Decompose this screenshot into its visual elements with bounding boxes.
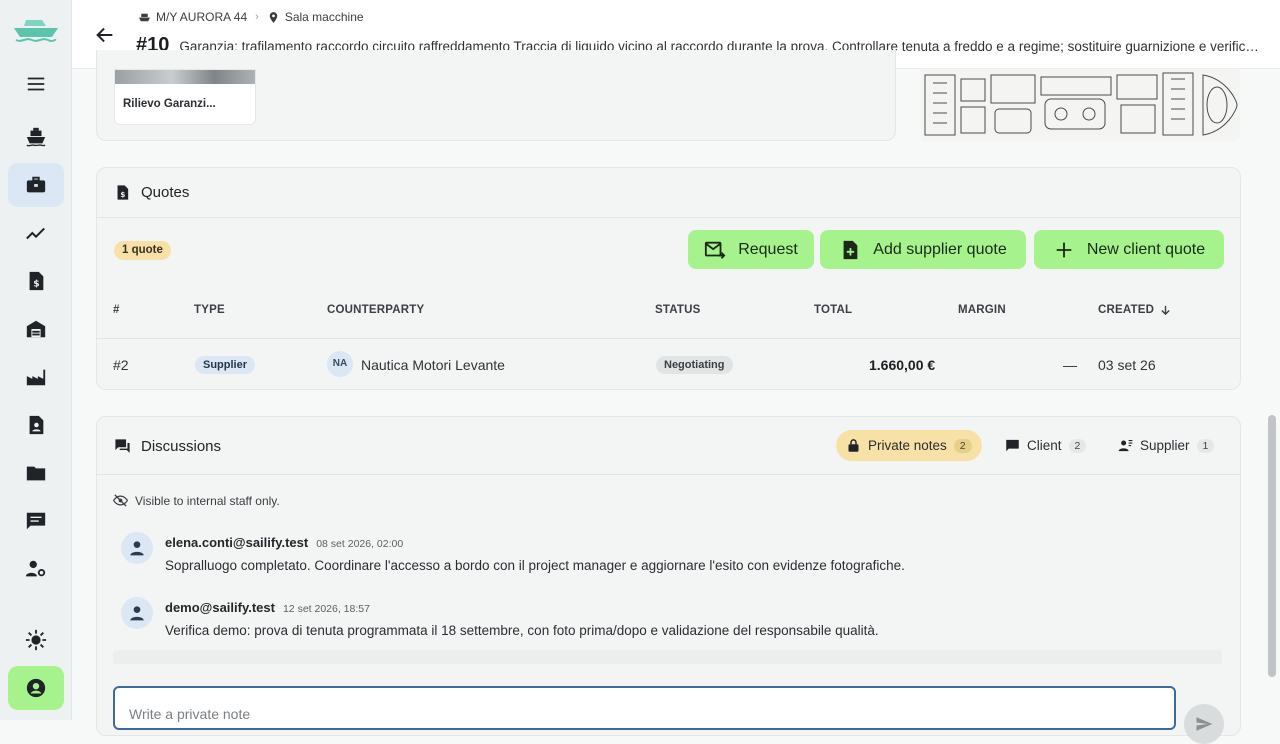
- person-icon: [129, 540, 145, 556]
- briefcase-icon[interactable]: [8, 163, 64, 207]
- deck-plan-image[interactable]: [921, 69, 1240, 141]
- add-supplier-quote-button[interactable]: Add supplier quote: [820, 230, 1026, 269]
- quotes-header: $ Quotes: [114, 184, 189, 201]
- add-document-icon: [839, 239, 873, 261]
- breadcrumb-location[interactable]: Sala macchine: [285, 10, 364, 24]
- divider: [97, 474, 1240, 475]
- attachment-thumbnail[interactable]: Rilievo Garanzi...: [114, 69, 256, 125]
- message-author-email: elena.conti@sailify.test: [165, 535, 309, 550]
- mail-send-icon: [704, 239, 738, 261]
- private-note-input[interactable]: Write a private note: [113, 686, 1176, 730]
- tab-client-label: Client: [1027, 438, 1062, 453]
- visibility-note: Visible to internal staff only.: [113, 493, 280, 508]
- tab-private-notes[interactable]: Private notes 2: [836, 430, 982, 461]
- lock-icon: [846, 438, 868, 453]
- tab-client-count: 2: [1068, 438, 1087, 453]
- visibility-off-icon: [113, 493, 135, 508]
- tab-client[interactable]: Client 2: [995, 430, 1096, 461]
- sun-icon[interactable]: [8, 618, 64, 662]
- tab-supplier[interactable]: Supplier 1: [1108, 430, 1224, 461]
- user-settings-icon[interactable]: [8, 547, 64, 591]
- quote-count-badge: 1 quote: [114, 241, 171, 260]
- message-author-email: demo@sailify.test: [165, 600, 275, 615]
- column-header-counterparty[interactable]: COUNTERPARTY: [327, 304, 424, 316]
- plus-icon: [1053, 239, 1087, 261]
- quotes-title: Quotes: [141, 184, 190, 201]
- person-icon: [129, 605, 145, 621]
- column-header-margin[interactable]: MARGIN: [958, 304, 1006, 316]
- discussions-header: Discussions: [114, 438, 221, 455]
- tab-supplier-label: Supplier: [1140, 438, 1190, 453]
- avatar: [121, 532, 153, 564]
- divider: [97, 217, 1240, 218]
- message-author: elena.conti@sailify.test 08 set 2026, 02:…: [165, 535, 403, 550]
- warehouse-icon[interactable]: [8, 307, 64, 351]
- quote-total: 1.660,00 €: [869, 357, 936, 373]
- quote-type-badge: Supplier: [195, 356, 256, 374]
- sailify-logo-icon[interactable]: [12, 14, 60, 44]
- sort-descending-icon: [1160, 305, 1171, 316]
- message-time: 12 set 2026, 18:57: [282, 603, 370, 615]
- column-header-number[interactable]: #: [113, 304, 120, 316]
- ship-icon: [138, 11, 156, 24]
- factory-icon[interactable]: [8, 355, 64, 399]
- sidebar: $: [0, 0, 72, 720]
- tab-private-notes-count: 2: [953, 438, 972, 453]
- column-header-type[interactable]: TYPE: [194, 304, 225, 316]
- send-icon: [1195, 715, 1213, 733]
- add-supplier-quote-label: Add supplier quote: [873, 240, 1007, 258]
- chat-icon[interactable]: [8, 499, 64, 543]
- divider: [97, 338, 1240, 339]
- status-badge: Negotiating: [656, 356, 733, 374]
- new-client-quote-button[interactable]: New client quote: [1034, 230, 1224, 269]
- ship-icon[interactable]: [8, 115, 64, 159]
- column-header-created-label: CREATED: [1098, 304, 1155, 316]
- menu-icon[interactable]: [8, 62, 64, 106]
- chat-icon: [1005, 438, 1027, 453]
- attachment-image: [115, 70, 255, 84]
- folder-icon[interactable]: [8, 451, 64, 495]
- message-time: 08 set 2026, 02:00: [316, 538, 404, 550]
- breadcrumb: M/Y AURORA 44 › Sala macchine: [138, 10, 364, 24]
- column-header-total[interactable]: TOTAL: [814, 304, 852, 316]
- svg-text:$: $: [33, 279, 39, 290]
- tab-private-notes-label: Private notes: [868, 438, 947, 453]
- new-client-quote-label: New client quote: [1086, 240, 1206, 258]
- request-button-label: Request: [738, 240, 798, 258]
- attachment-label: Rilievo Garanzi...: [123, 98, 216, 110]
- forum-icon: [114, 438, 141, 455]
- send-button[interactable]: [1184, 704, 1224, 744]
- trend-icon[interactable]: [8, 211, 64, 255]
- column-header-status[interactable]: STATUS: [655, 304, 701, 316]
- message-text: Sopralluogo completato. Coordinare l'acc…: [165, 558, 905, 573]
- horizontal-scrollbar[interactable]: [113, 650, 1222, 664]
- column-header-created[interactable]: CREATED: [1098, 304, 1171, 316]
- request-button[interactable]: Request: [688, 230, 814, 269]
- counterparty-avatar: NA: [327, 351, 353, 377]
- account-icon[interactable]: [8, 666, 64, 710]
- location-pin-icon: [267, 11, 285, 24]
- avatar: [121, 597, 153, 629]
- quote-margin: —: [1063, 357, 1077, 373]
- discussions-title: Discussions: [141, 438, 222, 455]
- breadcrumb-separator-icon: ›: [255, 11, 259, 23]
- quote-created: 03 set 26: [1098, 357, 1156, 373]
- breadcrumb-vessel[interactable]: M/Y AURORA 44: [156, 10, 247, 24]
- contact-document-icon[interactable]: [8, 403, 64, 447]
- vertical-scrollbar[interactable]: [1268, 415, 1276, 677]
- invoice-icon[interactable]: $: [8, 259, 64, 303]
- quote-number: #2: [113, 357, 129, 373]
- tab-supplier-count: 1: [1196, 438, 1215, 453]
- svg-text:$: $: [120, 190, 125, 199]
- quote-document-icon: $: [114, 184, 141, 201]
- message-text: Verifica demo: prova di tenuta programma…: [165, 623, 879, 638]
- counterparty-name[interactable]: Nautica Motori Levante: [361, 357, 505, 373]
- supplier-icon: [1118, 438, 1140, 453]
- back-arrow-icon[interactable]: [94, 24, 116, 46]
- message-author: demo@sailify.test 12 set 2026, 18:57: [165, 600, 370, 615]
- visibility-note-text: Visible to internal staff only.: [135, 493, 280, 508]
